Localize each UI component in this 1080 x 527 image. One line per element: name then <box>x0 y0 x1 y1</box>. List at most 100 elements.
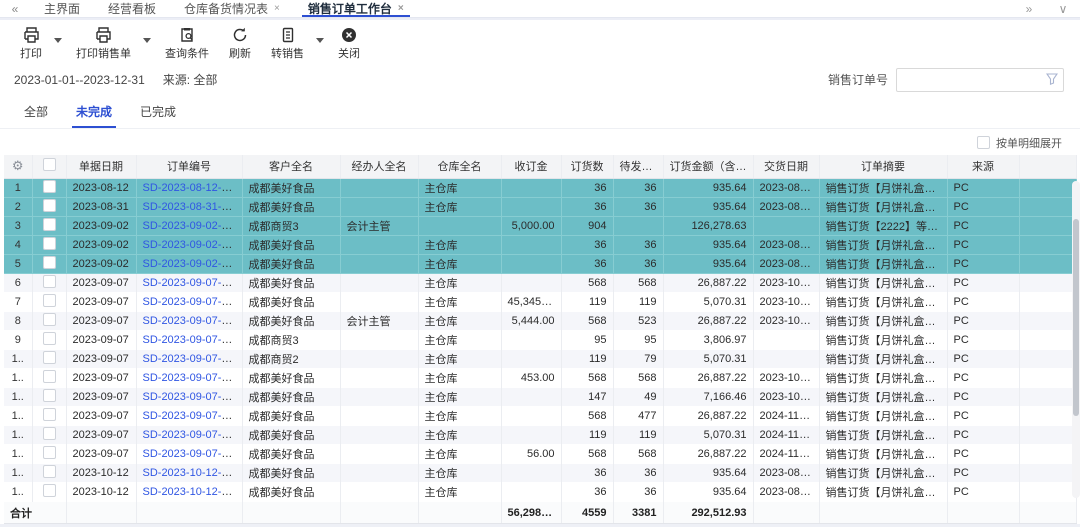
order-number-link[interactable]: SD-2023-10-12-00020 <box>143 467 243 479</box>
tabs-collapse-left-icon[interactable]: « <box>0 0 30 17</box>
tab-business-dashboard[interactable]: 经营看板 <box>94 0 170 17</box>
order-row[interactable]: 92023-09-07SD-2023-09-07-00013成都商贸3主仓库95… <box>4 331 1076 350</box>
tab-sales-order-workbench[interactable]: 销售订单工作台 × <box>294 0 418 17</box>
col-header-date[interactable]: 单据日期 <box>66 155 136 179</box>
order-number-link[interactable]: SD-2023-09-07-00018 <box>143 429 243 441</box>
row-checkbox[interactable] <box>43 294 56 307</box>
row-number: 1.. <box>4 388 32 407</box>
order-number-link[interactable]: SD-2023-08-31-00003 <box>143 201 243 213</box>
order-number-link[interactable]: SD-2023-09-07-00019 <box>143 448 243 460</box>
col-header-source[interactable]: 来源 <box>947 155 1019 179</box>
print-sales-slip-dropdown-caret-icon[interactable] <box>143 38 151 43</box>
cell-summary: 销售订货【月饼礼盒】等给【成都美好食品】： <box>819 483 947 502</box>
col-header-qty[interactable]: 订货数 <box>561 155 613 179</box>
column-settings-gear-icon[interactable]: ⚙ <box>12 158 24 173</box>
col-header-pending-qty[interactable]: 待发货数 <box>613 155 663 179</box>
col-header-customer[interactable]: 客户全名 <box>242 155 340 179</box>
order-row[interactable]: 12023-08-12SD-2023-08-12-00022成都美好食品主仓库3… <box>4 179 1076 198</box>
order-number-link[interactable]: SD-2023-09-07-00012 <box>143 315 243 327</box>
view-tab-all[interactable]: 全部 <box>14 96 58 128</box>
row-checkbox[interactable] <box>43 237 56 250</box>
cell-customer: 成都商贸3 <box>242 217 340 236</box>
order-row[interactable]: 1..2023-09-07SD-2023-09-07-00017成都美好食品主仓… <box>4 407 1076 426</box>
view-tab-finished[interactable]: 已完成 <box>130 96 186 128</box>
expand-detail-row: 按单明细展开 <box>0 129 1080 155</box>
select-all-checkbox[interactable] <box>43 158 56 171</box>
tab-warehouse-stock-report[interactable]: 仓库备货情况表 × <box>170 0 294 17</box>
order-row[interactable]: 32023-09-02SD-2023-09-02-00004成都商贸3会计主管5… <box>4 217 1076 236</box>
col-header-amount[interactable]: 订货金额（含税） <box>663 155 753 179</box>
order-row[interactable]: 1..2023-09-07SD-2023-09-07-00014成都商贸2主仓库… <box>4 350 1076 369</box>
order-number-link[interactable]: SD-2023-08-12-00022 <box>143 182 243 194</box>
order-number-link[interactable]: SD-2023-09-02-00004 <box>143 220 243 232</box>
order-row[interactable]: 1..2023-09-07SD-2023-09-07-00018成都美好食品主仓… <box>4 426 1076 445</box>
order-number-link[interactable]: SD-2023-09-07-00014 <box>143 353 243 365</box>
convert-to-sale-button[interactable]: 转销售 <box>263 26 312 62</box>
row-checkbox[interactable] <box>43 199 56 212</box>
row-checkbox[interactable] <box>43 427 56 440</box>
query-conditions-button[interactable]: 查询条件 <box>157 26 217 62</box>
row-checkbox-cell <box>32 350 66 369</box>
order-number-link[interactable]: SD-2023-09-07-00013 <box>143 334 243 346</box>
order-number-link[interactable]: SD-2023-09-07-00010 <box>143 277 243 289</box>
view-tab-unfinished[interactable]: 未完成 <box>66 96 122 128</box>
cell-customer: 成都美好食品 <box>242 426 340 445</box>
row-checkbox[interactable] <box>43 275 56 288</box>
row-checkbox[interactable] <box>43 332 56 345</box>
row-checkbox[interactable] <box>43 313 56 326</box>
tab-close-icon[interactable]: × <box>398 3 404 14</box>
row-checkbox[interactable] <box>43 218 56 231</box>
order-number-link[interactable]: SD-2023-09-07-00015 <box>143 372 243 384</box>
filter-funnel-icon[interactable] <box>1046 73 1058 88</box>
order-row[interactable]: 1..2023-09-07SD-2023-09-07-00019成都美好食品主仓… <box>4 445 1076 464</box>
row-checkbox[interactable] <box>43 389 56 402</box>
col-header-summary[interactable]: 订单摘要 <box>819 155 947 179</box>
order-row[interactable]: 52023-09-02SD-2023-09-02-00024成都美好食品主仓库3… <box>4 255 1076 274</box>
order-row[interactable]: 1..2023-10-12SD-2023-10-12-00021成都美好食品主仓… <box>4 483 1076 502</box>
print-button[interactable]: 打印 <box>12 26 50 62</box>
tab-close-icon[interactable]: × <box>274 3 280 14</box>
order-row[interactable]: 1..2023-09-07SD-2023-09-07-00016成都美好食品主仓… <box>4 388 1076 407</box>
vertical-scrollbar[interactable] <box>1072 181 1080 499</box>
order-number-link[interactable]: SD-2023-09-07-00017 <box>143 410 243 422</box>
row-checkbox[interactable] <box>43 446 56 459</box>
order-number-link[interactable]: SD-2023-10-12-00021 <box>143 486 243 498</box>
order-number-input[interactable] <box>896 68 1064 92</box>
print-dropdown-caret-icon[interactable] <box>54 38 62 43</box>
row-checkbox[interactable] <box>43 465 56 478</box>
cell-filler <box>1019 198 1076 217</box>
order-row[interactable]: 22023-08-31SD-2023-08-31-00003成都美好食品主仓库3… <box>4 198 1076 217</box>
col-header-warehouse[interactable]: 仓库全名 <box>418 155 501 179</box>
order-row[interactable]: 1..2023-09-07SD-2023-09-07-00015成都美好食品主仓… <box>4 369 1076 388</box>
order-row[interactable]: 72023-09-07SD-2023-09-07-00011成都美好食品主仓库4… <box>4 293 1076 312</box>
tabs-more-icon[interactable]: ∨ <box>1046 0 1080 17</box>
row-checkbox[interactable] <box>43 351 56 364</box>
row-checkbox[interactable] <box>43 256 56 269</box>
col-header-delivery-date[interactable]: 交货日期 <box>753 155 819 179</box>
col-header-order-no[interactable]: 订单编号 <box>136 155 242 179</box>
expand-detail-checkbox[interactable] <box>977 136 990 149</box>
cell-customer: 成都美好食品 <box>242 179 340 198</box>
order-row[interactable]: 42023-09-02SD-2023-09-02-00023成都美好食品主仓库3… <box>4 236 1076 255</box>
row-checkbox[interactable] <box>43 370 56 383</box>
order-number-link[interactable]: SD-2023-09-02-00023 <box>143 239 243 251</box>
order-number-link[interactable]: SD-2023-09-07-00011 <box>143 296 243 308</box>
close-button[interactable]: 关闭 <box>330 26 368 62</box>
row-checkbox[interactable] <box>43 484 56 497</box>
order-number-link[interactable]: SD-2023-09-07-00016 <box>143 391 243 403</box>
convert-to-sale-dropdown-caret-icon[interactable] <box>316 38 324 43</box>
row-checkbox[interactable] <box>43 180 56 193</box>
print-sales-slip-button[interactable]: 打印销售单 <box>68 26 139 62</box>
order-number-link[interactable]: SD-2023-09-02-00024 <box>143 258 243 270</box>
tabs-expand-right-icon[interactable]: » <box>1012 0 1046 17</box>
order-row[interactable]: 62023-09-07SD-2023-09-07-00010成都美好食品主仓库5… <box>4 274 1076 293</box>
refresh-button[interactable]: 刷新 <box>221 26 259 62</box>
cell-delivery-date: 2023-08-09 <box>753 198 819 217</box>
order-row[interactable]: 1..2023-10-12SD-2023-10-12-00020成都美好食品主仓… <box>4 464 1076 483</box>
col-header-handler[interactable]: 经办人全名 <box>340 155 418 179</box>
order-row[interactable]: 82023-09-07SD-2023-09-07-00012成都美好食品会计主管… <box>4 312 1076 331</box>
col-header-deposit[interactable]: 收订金 <box>501 155 561 179</box>
vertical-scrollbar-thumb[interactable] <box>1073 219 1079 416</box>
tab-main-screen[interactable]: 主界面 <box>30 0 94 17</box>
row-checkbox[interactable] <box>43 408 56 421</box>
